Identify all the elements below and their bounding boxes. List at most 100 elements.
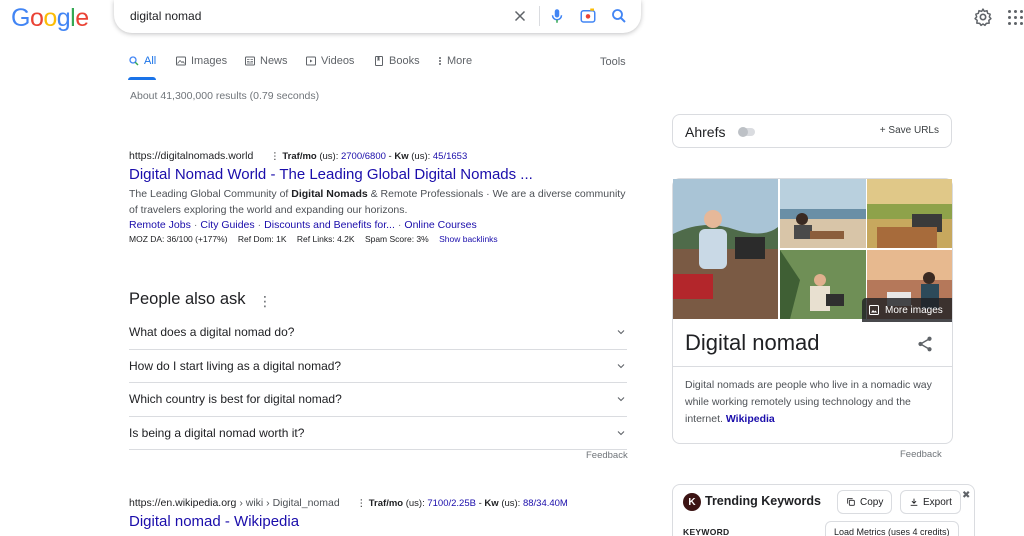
moz-da: MOZ DA: 36/100 (+177%) bbox=[129, 234, 228, 244]
paa-question-text: How do I start living as a digital nomad… bbox=[129, 358, 342, 373]
kw-value[interactable]: 45/1653 bbox=[433, 151, 467, 162]
download-icon bbox=[910, 498, 918, 506]
image-icon bbox=[176, 56, 186, 66]
google-logo[interactable]: Google bbox=[11, 4, 89, 33]
tab-label: News bbox=[260, 55, 288, 67]
result-url-row: https://digitalnomads.world ⋮ Traf/mo (u… bbox=[129, 150, 629, 162]
result-title-link[interactable]: Digital nomad - Wikipedia bbox=[129, 513, 629, 530]
clear-icon[interactable] bbox=[511, 7, 529, 25]
image-icon bbox=[869, 305, 879, 315]
traffic-value[interactable]: 7100/2.25B bbox=[427, 498, 476, 509]
seo-metrics: ⋮ Traf/mo (us): 7100/2.25B - Kw (us): 88… bbox=[356, 498, 568, 509]
search-icon bbox=[129, 56, 139, 66]
apps-grid-icon[interactable] bbox=[1007, 9, 1024, 26]
show-backlinks-link[interactable]: Show backlinks bbox=[439, 234, 498, 244]
tab-all[interactable]: All bbox=[128, 55, 157, 80]
ahrefs-name: Ahrefs bbox=[685, 124, 726, 140]
keywords-everywhere-logo: K bbox=[683, 493, 701, 511]
tab-videos[interactable]: Videos bbox=[305, 55, 354, 67]
kp-image[interactable] bbox=[780, 250, 866, 319]
moz-metrics: MOZ DA: 36/100 (+177%) Ref Dom: 1K Ref L… bbox=[129, 234, 629, 244]
tab-news[interactable]: News bbox=[244, 55, 288, 67]
sitelink[interactable]: City Guides bbox=[200, 219, 254, 231]
copy-label: Copy bbox=[860, 496, 884, 508]
tab-books[interactable]: Books bbox=[373, 55, 420, 67]
kw-label: Kw bbox=[484, 498, 499, 509]
traffic-region: (us): bbox=[405, 498, 425, 509]
keyword-column-header: KEYWORD bbox=[683, 527, 730, 536]
snippet-bold: Digital Nomads bbox=[291, 188, 368, 200]
chevron-down-icon bbox=[617, 397, 625, 402]
search-divider bbox=[539, 6, 540, 26]
newspaper-icon bbox=[245, 56, 255, 66]
search-box bbox=[114, 0, 641, 33]
save-urls-button[interactable]: + Save URLs bbox=[880, 125, 939, 136]
export-label: Export bbox=[923, 496, 952, 508]
sitelink[interactable]: Discounts and Benefits for... bbox=[264, 219, 395, 231]
kw-value[interactable]: 88/34.40M bbox=[523, 498, 568, 509]
tab-label: Videos bbox=[321, 55, 355, 67]
paa-feedback-link[interactable]: Feedback bbox=[586, 450, 628, 461]
ahrefs-toggle[interactable] bbox=[738, 127, 755, 137]
trending-keywords-widget: K Trending Keywords Copy Export ✖ KEYWOR… bbox=[672, 484, 975, 536]
more-images-button[interactable]: More images bbox=[862, 298, 952, 322]
tab-more[interactable]: More bbox=[437, 55, 472, 67]
seo-metrics: ⋮ Traf/mo (us): 2700/6800 - Kw (us): 45/… bbox=[270, 151, 468, 162]
microphone-icon[interactable] bbox=[548, 7, 566, 25]
more-images-label: More images bbox=[885, 304, 943, 316]
kp-divider bbox=[673, 366, 952, 367]
ref-links: Ref Links: 4.2K bbox=[296, 234, 355, 244]
more-options-icon[interactable]: ⋮ bbox=[258, 293, 272, 310]
kp-image[interactable] bbox=[780, 179, 866, 248]
ref-dom: Ref Dom: 1K bbox=[237, 234, 287, 244]
tab-images[interactable]: Images bbox=[175, 55, 227, 67]
kp-description-text: Digital nomads are people who live in a … bbox=[685, 379, 932, 425]
kp-main-image[interactable] bbox=[673, 179, 778, 319]
export-button[interactable]: Export bbox=[900, 490, 961, 514]
paa-question-text: Is being a digital nomad worth it? bbox=[129, 425, 305, 440]
paa-question[interactable]: Is being a digital nomad worth it? bbox=[129, 417, 627, 450]
traffic-region: (us): bbox=[319, 151, 339, 162]
tools-button[interactable]: Tools bbox=[600, 56, 626, 68]
result-title-link[interactable]: Digital Nomad World - The Leading Global… bbox=[129, 166, 629, 183]
close-icon[interactable]: ✖ bbox=[962, 490, 970, 501]
camera-lens-icon[interactable] bbox=[579, 7, 597, 25]
kp-description: Digital nomads are people who live in a … bbox=[685, 377, 945, 428]
paa-question[interactable]: What does a digital nomad do? bbox=[129, 316, 627, 350]
traffic-label: Traf/mo bbox=[282, 151, 317, 162]
kp-feedback-link[interactable]: Feedback bbox=[900, 449, 942, 460]
copy-button[interactable]: Copy bbox=[837, 490, 893, 514]
kw-label: Kw bbox=[394, 151, 409, 162]
traffic-value[interactable]: 2700/6800 bbox=[341, 151, 386, 162]
tab-label: Images bbox=[191, 55, 228, 67]
chevron-down-icon bbox=[617, 430, 625, 436]
tab-label: All bbox=[144, 55, 157, 67]
result-stats: About 41,300,000 results (0.79 seconds) bbox=[130, 90, 320, 102]
result-url[interactable]: https://en.wikipedia.org bbox=[129, 497, 236, 509]
result-breadcrumb: › wiki › Digital_nomad bbox=[236, 497, 340, 509]
settings-gear-icon[interactable] bbox=[973, 7, 993, 27]
result-url[interactable]: https://digitalnomads.world bbox=[129, 150, 253, 162]
kp-image[interactable] bbox=[867, 179, 952, 248]
search-input[interactable] bbox=[130, 6, 490, 26]
copy-icon bbox=[847, 498, 855, 506]
paa-question[interactable]: Which country is best for digital nomad? bbox=[129, 383, 627, 417]
kp-title: Digital nomad bbox=[685, 330, 820, 355]
sitelink[interactable]: Remote Jobs bbox=[129, 219, 191, 231]
share-icon[interactable] bbox=[916, 335, 934, 353]
chevron-down-icon bbox=[617, 363, 625, 369]
search-result: https://digitalnomads.world ⋮ Traf/mo (u… bbox=[129, 150, 629, 244]
wikipedia-link[interactable]: Wikipedia bbox=[726, 413, 775, 425]
sitelinks: Remote Jobs · City Guides · Discounts and Be… bbox=[129, 219, 477, 231]
paa-question[interactable]: How do I start living as a digital nomad… bbox=[129, 350, 627, 383]
people-also-ask-title: People also ask bbox=[129, 290, 246, 308]
traffic-label: Traf/mo bbox=[368, 498, 404, 509]
trending-title: Trending Keywords bbox=[705, 494, 821, 508]
paa-question-text: Which country is best for digital nomad? bbox=[129, 392, 342, 407]
tab-label: Books bbox=[389, 55, 420, 67]
paa-question-text: What does a digital nomad do? bbox=[129, 325, 295, 340]
sitelink[interactable]: Online Courses bbox=[404, 219, 476, 231]
search-icon[interactable] bbox=[610, 7, 628, 25]
spam-score: Spam Score: 3% bbox=[364, 234, 429, 244]
load-metrics-button[interactable]: Load Metrics (uses 4 credits) bbox=[825, 521, 959, 536]
